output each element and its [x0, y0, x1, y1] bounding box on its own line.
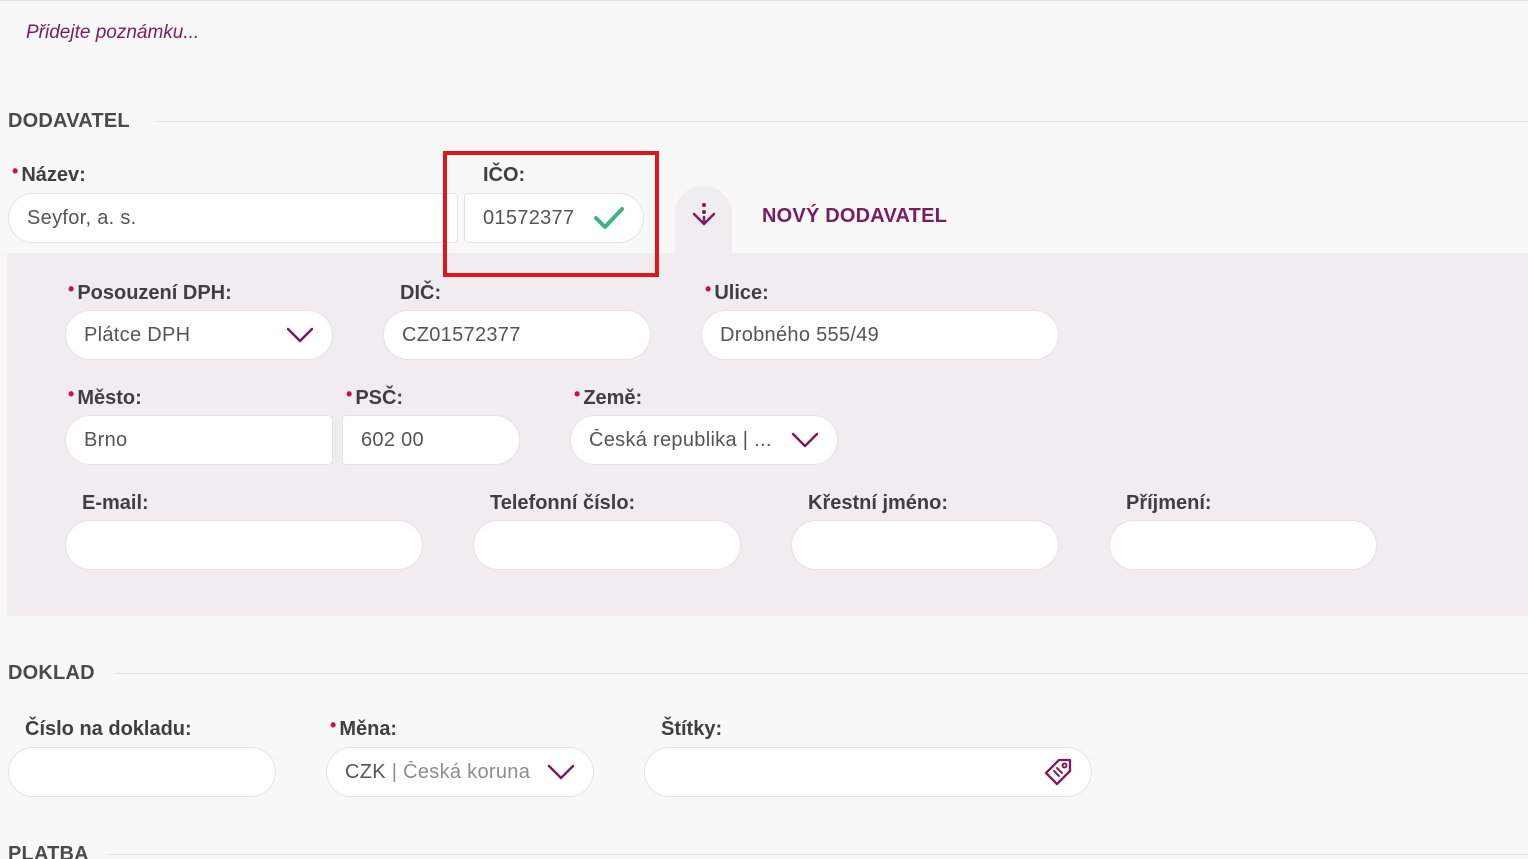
section-title-payment: PLATBA	[8, 843, 89, 859]
name-value: Seyfor, a. s.	[27, 206, 137, 229]
zip-value: 602 00	[361, 428, 424, 451]
firstname-field[interactable]	[791, 520, 1059, 570]
section-title-supplier: DODAVATEL	[8, 110, 130, 132]
section-divider	[115, 673, 1528, 674]
tag-icon[interactable]	[1043, 757, 1073, 787]
phone-field[interactable]	[473, 520, 741, 570]
section-title-document: DOKLAD	[8, 662, 95, 684]
vat-label: • Posouzení DPH:	[68, 279, 232, 304]
currency-value: CZK | Česká koruna	[345, 760, 531, 783]
vat-select[interactable]: Plátce DPH	[65, 310, 333, 360]
firstname-label: Křestní jméno:	[808, 492, 949, 514]
country-value: Česká republika | ...	[589, 428, 772, 451]
city-field[interactable]: Brno	[65, 415, 333, 465]
name-field[interactable]: Seyfor, a. s.	[8, 193, 458, 243]
zip-label: • PSČ:	[346, 384, 404, 409]
country-label: • Země:	[574, 384, 643, 409]
zip-field[interactable]: 602 00	[342, 415, 520, 465]
tags-field[interactable]	[644, 747, 1092, 797]
dic-label: DIČ:	[400, 282, 442, 304]
section-divider	[156, 121, 1528, 122]
chevron-down-icon	[547, 764, 575, 780]
currency-select[interactable]: CZK | Česká koruna	[326, 747, 594, 797]
load-supplier-button[interactable]	[675, 186, 732, 254]
chevron-down-icon	[791, 432, 819, 448]
top-divider	[0, 0, 1528, 1]
new-supplier-button[interactable]: NOVÝ DODAVATEL	[762, 205, 947, 228]
ico-highlight-box	[443, 151, 659, 277]
street-field[interactable]: Drobného 555/49	[701, 310, 1059, 360]
city-label: • Město:	[68, 384, 142, 409]
phone-label: Telefonní číslo:	[490, 492, 636, 514]
currency-label: • Měna:	[330, 715, 398, 740]
street-value: Drobného 555/49	[720, 323, 880, 346]
dic-value: CZ01572377	[402, 323, 521, 346]
note-placeholder[interactable]: Přidejte poznámku...	[26, 22, 199, 44]
city-value: Brno	[84, 428, 128, 451]
lastname-label: Příjmení:	[1126, 492, 1212, 514]
doc-number-label: Číslo na dokladu:	[25, 718, 192, 740]
street-label: • Ulice:	[705, 279, 769, 304]
country-select[interactable]: Česká republika | ...	[570, 415, 838, 465]
arrow-down-dotted-icon	[692, 203, 715, 226]
doc-number-field[interactable]	[8, 747, 276, 797]
dic-field[interactable]: CZ01572377	[383, 310, 651, 360]
chevron-down-icon	[286, 327, 314, 343]
lastname-field[interactable]	[1109, 520, 1377, 570]
name-label: • Název:	[12, 161, 86, 186]
email-label: E-mail:	[82, 492, 149, 514]
section-divider	[108, 854, 1528, 855]
email-field[interactable]	[65, 520, 423, 570]
vat-value: Plátce DPH	[84, 323, 191, 346]
tags-label: Štítky:	[661, 718, 723, 740]
